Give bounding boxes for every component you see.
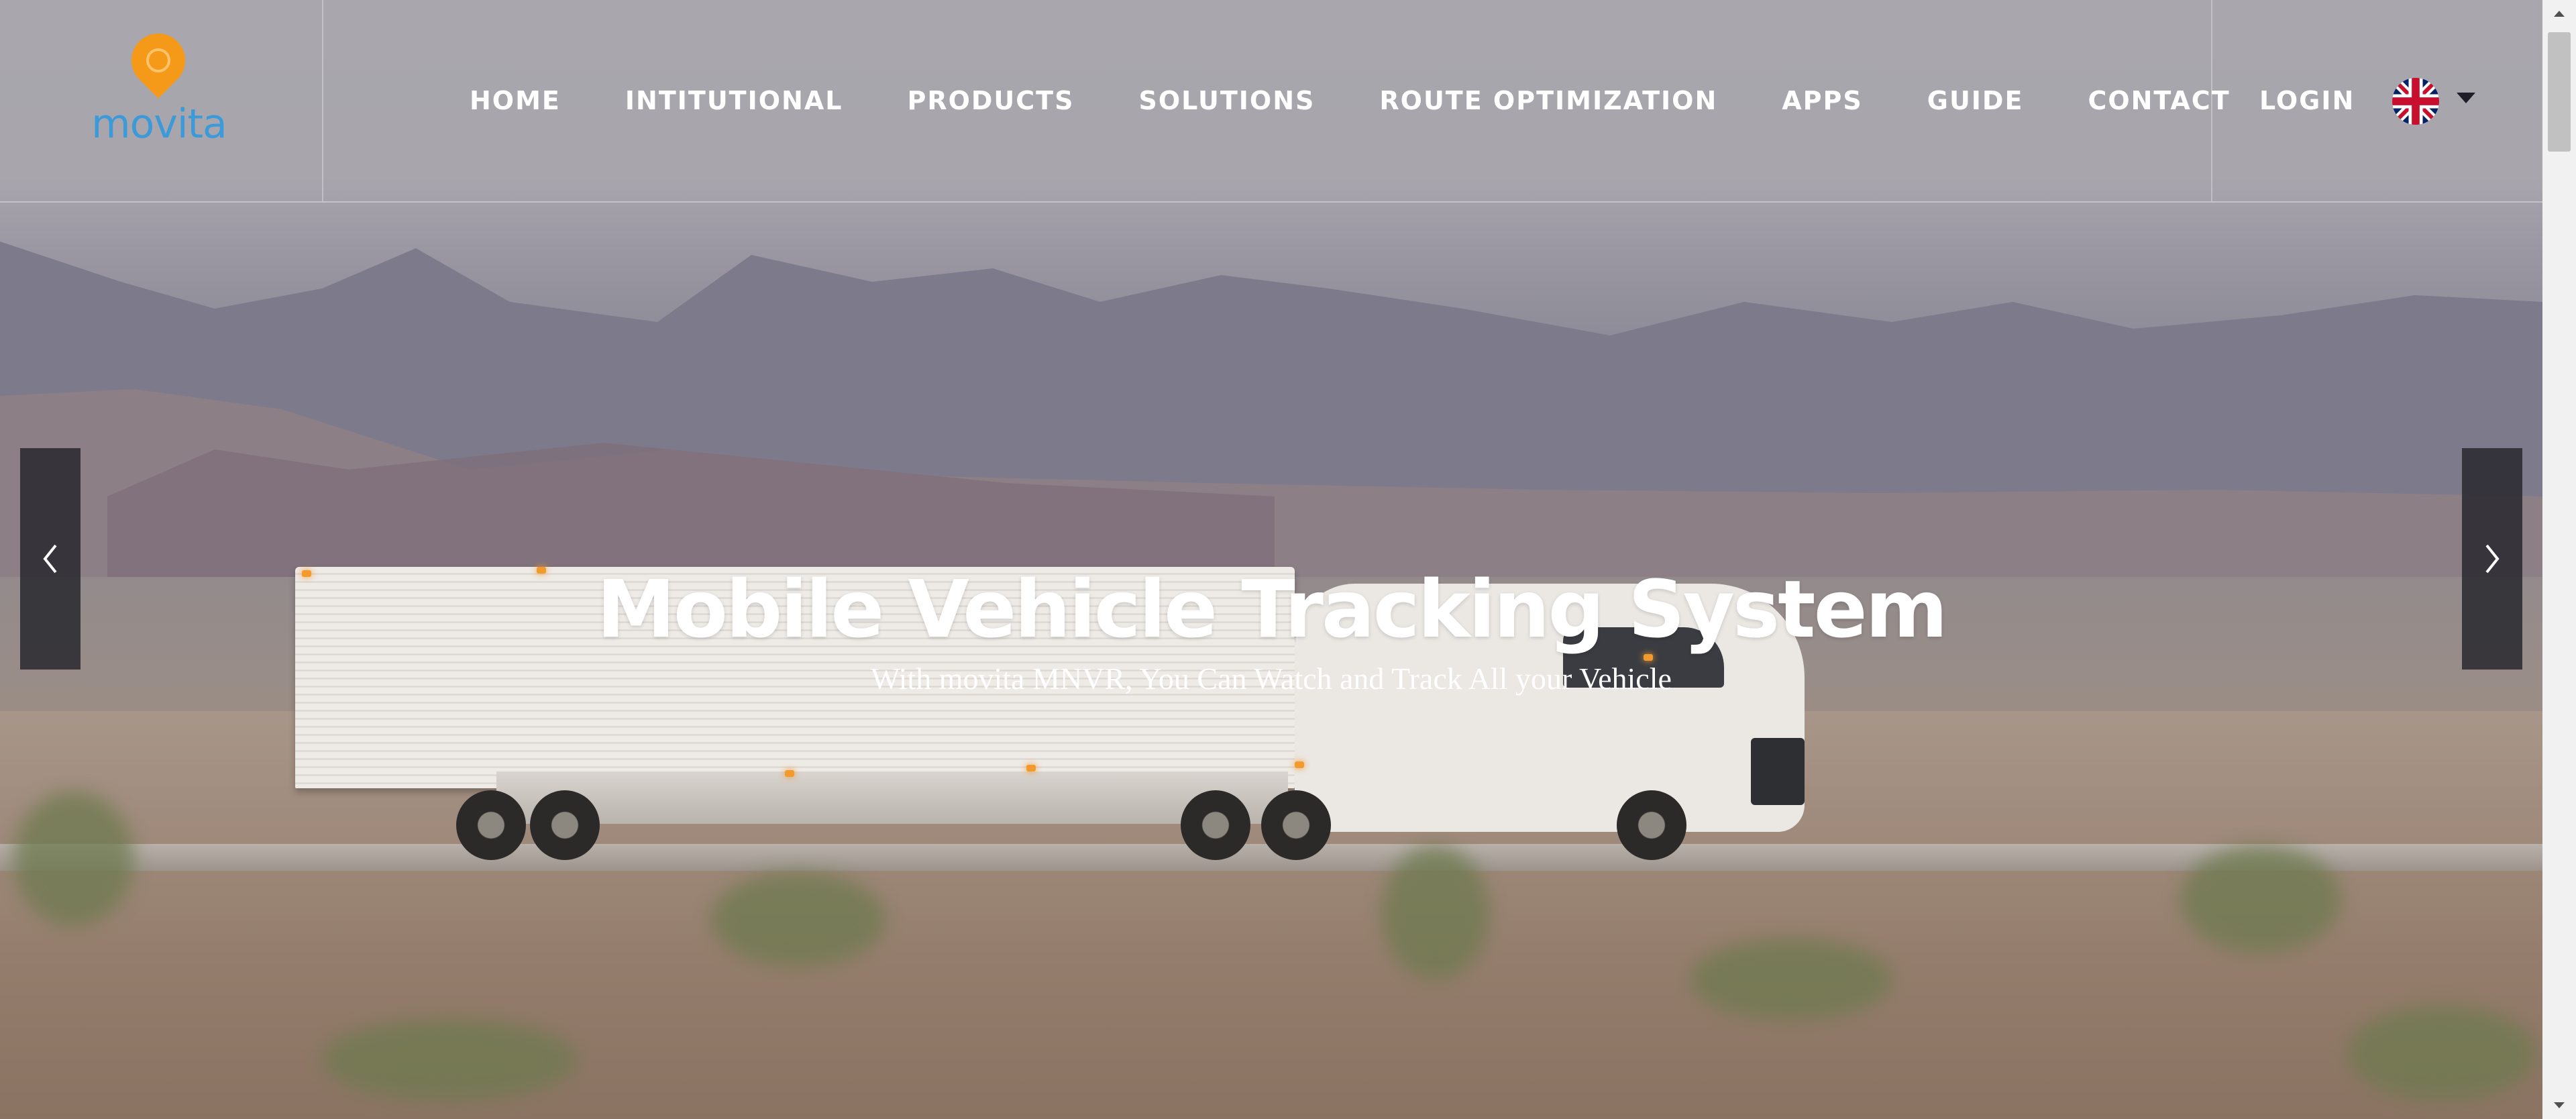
truck-grille: [1751, 738, 1805, 805]
hero-subtitle: With movita MNVR, You Can Watch and Trac…: [871, 661, 1672, 696]
nav-item-institutional[interactable]: INTITUTIONAL: [625, 81, 843, 121]
nav-item-products[interactable]: PRODUCTS: [907, 81, 1074, 121]
logo-wordmark: movita: [91, 101, 227, 148]
main-nav: HOME INTITUTIONAL PRODUCTS SOLUTIONS ROU…: [470, 81, 2231, 121]
nav-item-solutions[interactable]: SOLUTIONS: [1138, 81, 1315, 121]
hero-title: Mobile Vehicle Tracking System: [596, 563, 1947, 656]
page-scrollbar[interactable]: [2542, 0, 2576, 1119]
scroll-up-arrow-icon[interactable]: [2542, 0, 2576, 27]
slider-next-button[interactable]: [2462, 448, 2522, 670]
nav-item-home[interactable]: HOME: [470, 81, 561, 121]
site-header: movita HOME INTITUTIONAL PRODUCTS SOLUTI…: [0, 0, 2542, 203]
scroll-down-arrow-icon[interactable]: [2542, 1092, 2576, 1119]
location-pin-icon: [120, 22, 197, 99]
nav-item-guide[interactable]: GUIDE: [1927, 81, 2024, 121]
language-dropdown-caret-icon[interactable]: [2457, 93, 2475, 103]
uk-flag-icon[interactable]: [2392, 78, 2439, 125]
trailer-skirt: [496, 771, 1288, 824]
logo-cell: movita: [0, 0, 323, 201]
nav-item-contact[interactable]: CONTACT: [2088, 81, 2230, 121]
nav-item-apps[interactable]: APPS: [1782, 81, 1862, 121]
header-actions: LOGIN: [2211, 0, 2544, 201]
brand-logo[interactable]: movita: [0, 0, 322, 201]
chevron-right-icon: [2485, 544, 2500, 574]
scroll-thumb[interactable]: [2548, 32, 2571, 152]
nav-item-route-optimization[interactable]: ROUTE OPTIMIZATION: [1379, 81, 1717, 121]
slider-prev-button[interactable]: [20, 448, 80, 670]
mountains-illustration: [0, 242, 2542, 577]
chevron-left-icon: [43, 544, 57, 574]
login-link[interactable]: LOGIN: [2259, 81, 2355, 121]
